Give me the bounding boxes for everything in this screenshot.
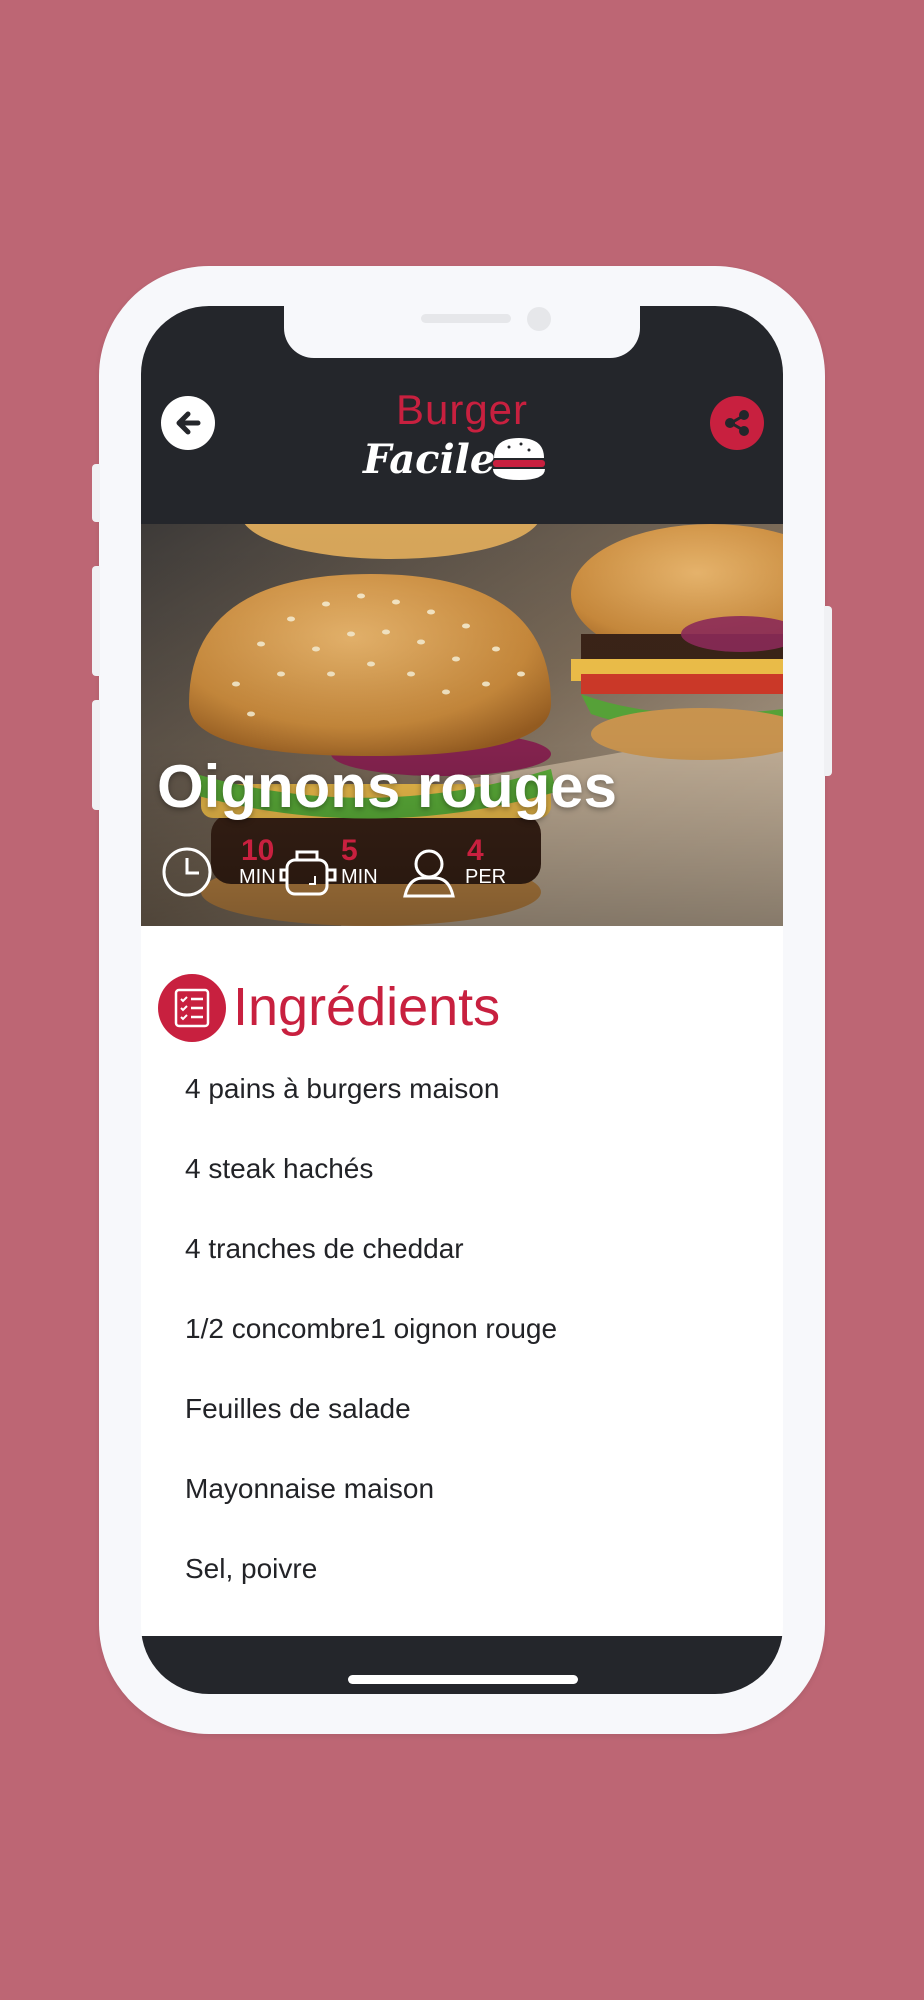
ingredient-text: 1/2 concombre1 oignon rouge [185, 1313, 558, 1344]
ingredients-title: Ingrédients [233, 977, 501, 1037]
prep-time-unit: MIN [239, 866, 276, 888]
cook-time-unit: MIN [341, 866, 378, 888]
speaker [421, 314, 511, 323]
checklist-icon [158, 974, 226, 1042]
volume-up-button [92, 566, 100, 676]
ingredient-text: 4 tranches de cheddar [185, 1233, 464, 1264]
ingredient-text: 4 steak hachés [185, 1153, 374, 1184]
home-indicator[interactable] [348, 1675, 578, 1684]
servings-value: 4 [467, 834, 484, 867]
power-button [824, 606, 832, 776]
volume-down-button [92, 700, 100, 810]
ingredient-text: 4 pains à burgers maison [185, 1073, 500, 1104]
burger-logo-icon [493, 438, 545, 480]
notch [284, 306, 640, 358]
pot-icon [279, 850, 337, 896]
recipe-title: Oignons rouges [157, 753, 618, 820]
logo-facile-text: Facile [363, 436, 496, 483]
share-button[interactable] [710, 396, 764, 450]
back-button[interactable] [161, 396, 215, 450]
app-logo: Burger Facile [361, 386, 571, 496]
ingredients-section: Ingrédients 4 pains à burgers maison 4 s… [141, 926, 783, 1626]
phone-frame: Burger Facile Oignons rouges 10 MIN 5 MI… [92, 266, 832, 1734]
phone-screen: Burger Facile Oignons rouges 10 MIN 5 MI… [141, 306, 783, 1694]
prep-time-value: 10 [241, 834, 275, 867]
cook-time-value: 5 [341, 834, 358, 867]
ingredient-text: Feuilles de salade [185, 1393, 411, 1424]
logo-burger-text: Burger [395, 386, 529, 433]
mute-switch [92, 464, 100, 522]
ingredient-text: Mayonnaise maison [185, 1473, 435, 1504]
ingredient-text: Sel, poivre [185, 1553, 318, 1584]
bottom-bar [141, 1636, 783, 1694]
app-header: Burger Facile [141, 306, 783, 524]
recipe-hero-image: Oignons rouges 10 MIN 5 MIN 4 PER [141, 524, 783, 926]
arrow-left-icon [176, 411, 201, 435]
front-camera [527, 307, 551, 331]
burger-photo [141, 524, 783, 926]
clock-icon [162, 847, 212, 897]
share-icon [725, 410, 749, 436]
servings-unit: PER [465, 866, 507, 888]
person-icon [403, 849, 455, 898]
